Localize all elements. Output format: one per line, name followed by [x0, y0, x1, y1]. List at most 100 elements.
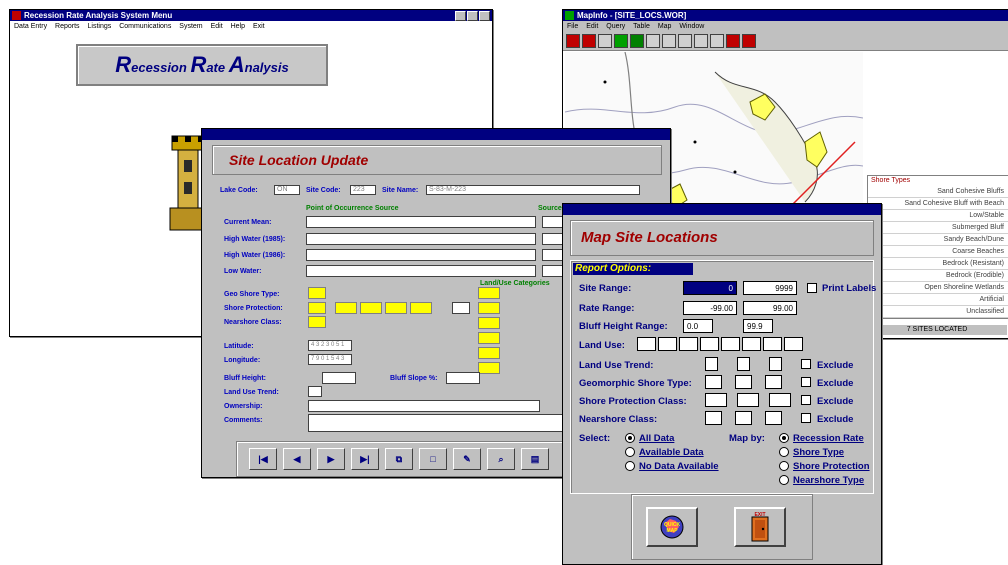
- site-range-from[interactable]: 0: [683, 281, 737, 295]
- current-mean-field[interactable]: [306, 216, 536, 228]
- tool-red-icon-4[interactable]: [742, 34, 756, 48]
- tool-ruler-icon[interactable]: [694, 34, 708, 48]
- shore-protection-field-5[interactable]: [410, 302, 432, 314]
- map-menu-window[interactable]: Window: [679, 23, 704, 30]
- site-name-field[interactable]: S-83-M-223: [426, 185, 640, 195]
- nearshore-exclude-checkbox[interactable]: [801, 413, 811, 423]
- nearshore-box-2[interactable]: [735, 411, 752, 425]
- print-labels-checkbox[interactable]: [807, 283, 817, 293]
- longitude-field[interactable]: 7 9 0 1 5 4 3: [308, 354, 352, 365]
- land-use-field-5[interactable]: [478, 347, 500, 359]
- geo-shore-type-field[interactable]: [308, 287, 326, 299]
- last-record-icon[interactable]: ▶|: [351, 448, 379, 470]
- land-use-box-6[interactable]: [742, 337, 761, 351]
- menu-listings[interactable]: Listings: [88, 23, 112, 30]
- land-use-trend-field[interactable]: [308, 386, 322, 397]
- protection-exclude-checkbox[interactable]: [801, 395, 811, 405]
- map-menu-table[interactable]: Table: [633, 23, 650, 30]
- land-use-field-4[interactable]: [478, 332, 500, 344]
- map-sites-titlebar[interactable]: [563, 204, 881, 215]
- quick-map-button[interactable]: QUICK MAP: [646, 507, 698, 547]
- menu-data-entry[interactable]: Data Entry: [14, 23, 47, 30]
- map-titlebar[interactable]: MapInfo - [SITE_LOCS.WOR]: [563, 10, 1008, 21]
- trend-box-3[interactable]: [769, 357, 782, 371]
- exit-button[interactable]: EXIT: [734, 507, 786, 547]
- bluff-slope-field[interactable]: [446, 372, 480, 384]
- land-use-field-6[interactable]: [478, 362, 500, 374]
- first-record-icon[interactable]: |◀: [249, 448, 277, 470]
- close-button[interactable]: [479, 11, 490, 21]
- bluff-range-from[interactable]: 0.0: [683, 319, 713, 333]
- menu-system[interactable]: System: [179, 23, 202, 30]
- map-menu-map[interactable]: Map: [658, 23, 672, 30]
- bluff-height-field[interactable]: [322, 372, 356, 384]
- protection-box-3[interactable]: [769, 393, 791, 407]
- protection-box-2[interactable]: [737, 393, 759, 407]
- menu-reports[interactable]: Reports: [55, 23, 80, 30]
- menu-communications[interactable]: Communications: [119, 23, 171, 30]
- land-use-field-3[interactable]: [478, 317, 500, 329]
- tool-green-icon-2[interactable]: [630, 34, 644, 48]
- nearshore-box-3[interactable]: [765, 411, 782, 425]
- tool-red-icon-3[interactable]: [726, 34, 740, 48]
- geo-box-3[interactable]: [765, 375, 782, 389]
- tool-info-icon[interactable]: [678, 34, 692, 48]
- land-use-box-3[interactable]: [679, 337, 698, 351]
- land-use-box-1[interactable]: [637, 337, 656, 351]
- next-record-icon[interactable]: ▶: [317, 448, 345, 470]
- low-water-field[interactable]: [306, 265, 536, 277]
- high-water-1986-field[interactable]: [306, 249, 536, 261]
- land-use-box-2[interactable]: [658, 337, 677, 351]
- rate-range-to[interactable]: 99.00: [743, 301, 797, 315]
- site-location-titlebar[interactable]: [202, 129, 670, 140]
- protection-box-1[interactable]: [705, 393, 727, 407]
- land-use-box-5[interactable]: [721, 337, 740, 351]
- copy-record-icon[interactable]: ⧉: [385, 448, 413, 470]
- recession-menu-titlebar[interactable]: Recession Rate Analysis System Menu: [10, 10, 492, 21]
- nearshore-class-field[interactable]: [308, 316, 326, 328]
- shore-protection-field-4[interactable]: [385, 302, 407, 314]
- tool-red-icon-2[interactable]: [582, 34, 596, 48]
- select-no-data-radio[interactable]: [625, 461, 635, 471]
- shore-protection-field-2[interactable]: [335, 302, 357, 314]
- land-use-box-8[interactable]: [784, 337, 803, 351]
- land-use-box-4[interactable]: [700, 337, 719, 351]
- select-all-data-radio[interactable]: [625, 433, 635, 443]
- map-menu-edit[interactable]: Edit: [586, 23, 598, 30]
- high-water-1985-field[interactable]: [306, 233, 536, 245]
- geo-exclude-checkbox[interactable]: [801, 377, 811, 387]
- tool-label-icon[interactable]: [710, 34, 724, 48]
- tool-pan-icon[interactable]: [662, 34, 676, 48]
- tool-select-icon[interactable]: [598, 34, 612, 48]
- menu-exit[interactable]: Exit: [253, 23, 265, 30]
- mapby-nearshore-type-radio[interactable]: [779, 475, 789, 485]
- latitude-field[interactable]: 4 3 2 3 0 5 1: [308, 340, 352, 351]
- trend-exclude-checkbox[interactable]: [801, 359, 811, 369]
- comments-field[interactable]: [308, 414, 566, 432]
- select-available-data-radio[interactable]: [625, 447, 635, 457]
- map-menu-file[interactable]: File: [567, 23, 578, 30]
- print-record-icon[interactable]: ▤: [521, 448, 549, 470]
- ownership-field[interactable]: [308, 400, 540, 412]
- rate-range-from[interactable]: -99.00: [683, 301, 737, 315]
- shore-protection-code[interactable]: [452, 302, 470, 314]
- land-use-field-1[interactable]: [478, 287, 500, 299]
- trend-box-1[interactable]: [705, 357, 718, 371]
- maximize-button[interactable]: [467, 11, 478, 21]
- mapby-shore-type-radio[interactable]: [779, 447, 789, 457]
- menu-help[interactable]: Help: [231, 23, 245, 30]
- prev-record-icon[interactable]: ◀: [283, 448, 311, 470]
- shore-protection-field[interactable]: [308, 302, 326, 314]
- tool-zoom-icon[interactable]: [646, 34, 660, 48]
- mapby-recession-rate-radio[interactable]: [779, 433, 789, 443]
- land-use-box-7[interactable]: [763, 337, 782, 351]
- geo-box-1[interactable]: [705, 375, 722, 389]
- map-menu-query[interactable]: Query: [606, 23, 625, 30]
- new-record-icon[interactable]: □: [419, 448, 447, 470]
- menu-edit[interactable]: Edit: [211, 23, 223, 30]
- site-code-field[interactable]: 223: [350, 185, 376, 195]
- mapby-shore-protection-radio[interactable]: [779, 461, 789, 471]
- shore-protection-field-3[interactable]: [360, 302, 382, 314]
- trend-box-2[interactable]: [737, 357, 750, 371]
- geo-box-2[interactable]: [735, 375, 752, 389]
